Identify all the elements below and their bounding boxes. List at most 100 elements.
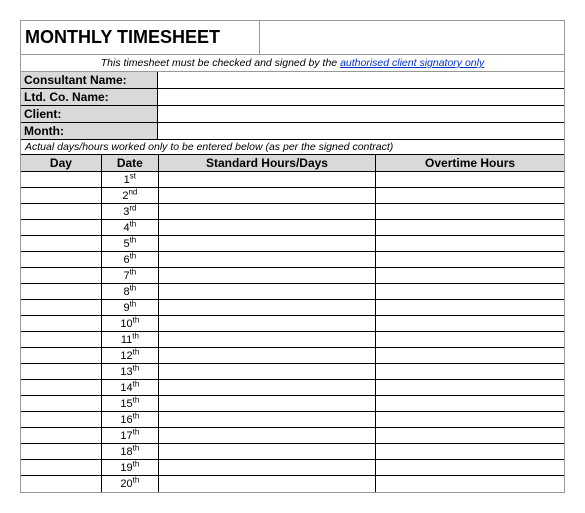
table-row: 1st [21, 172, 564, 188]
cell-day[interactable] [21, 204, 101, 220]
date-suffix: th [130, 219, 137, 228]
cell-overtime[interactable] [376, 396, 564, 412]
date-suffix: th [133, 315, 140, 324]
cell-date: 5th [101, 236, 158, 252]
field-value[interactable] [158, 72, 564, 88]
field-label: Month: [21, 123, 158, 139]
date-suffix: th [133, 427, 140, 436]
date-suffix: th [133, 379, 140, 388]
cell-date: 14th [101, 380, 158, 396]
cell-day[interactable] [21, 236, 101, 252]
cell-standard[interactable] [158, 412, 375, 428]
table-row: 11th [21, 332, 564, 348]
cell-overtime[interactable] [376, 364, 564, 380]
cell-overtime[interactable] [376, 268, 564, 284]
cell-date: 4th [101, 220, 158, 236]
table-row: 10th [21, 316, 564, 332]
field-label: Client: [21, 106, 158, 122]
cell-standard[interactable] [158, 316, 375, 332]
cell-standard[interactable] [158, 268, 375, 284]
table-row: 19th [21, 460, 564, 476]
cell-overtime[interactable] [376, 300, 564, 316]
cell-date: 15th [101, 396, 158, 412]
field-value[interactable] [158, 123, 564, 139]
cell-day[interactable] [21, 348, 101, 364]
notice-row: This timesheet must be checked and signe… [21, 55, 564, 72]
cell-overtime[interactable] [376, 188, 564, 204]
cell-day[interactable] [21, 284, 101, 300]
date-number: 15 [120, 398, 132, 410]
cell-day[interactable] [21, 412, 101, 428]
cell-standard[interactable] [158, 252, 375, 268]
cell-overtime[interactable] [376, 204, 564, 220]
cell-day[interactable] [21, 428, 101, 444]
cell-overtime[interactable] [376, 220, 564, 236]
cell-overtime[interactable] [376, 412, 564, 428]
cell-date: 6th [101, 252, 158, 268]
cell-standard[interactable] [158, 348, 375, 364]
cell-standard[interactable] [158, 204, 375, 220]
cell-day[interactable] [21, 188, 101, 204]
cell-standard[interactable] [158, 188, 375, 204]
cell-standard[interactable] [158, 380, 375, 396]
cell-overtime[interactable] [376, 316, 564, 332]
cell-day[interactable] [21, 268, 101, 284]
date-suffix: th [133, 395, 140, 404]
cell-date: 17th [101, 428, 158, 444]
cell-overtime[interactable] [376, 348, 564, 364]
table-row: 2nd [21, 188, 564, 204]
cell-standard[interactable] [158, 444, 375, 460]
table-row: 9th [21, 300, 564, 316]
date-suffix: th [130, 283, 137, 292]
title-spacer [260, 21, 564, 54]
cell-overtime[interactable] [376, 460, 564, 476]
cell-day[interactable] [21, 380, 101, 396]
table-row: 7th [21, 268, 564, 284]
cell-day[interactable] [21, 476, 101, 492]
table-row: 17th [21, 428, 564, 444]
notice-link[interactable]: authorised client signatory only [340, 57, 484, 69]
cell-standard[interactable] [158, 460, 375, 476]
cell-standard[interactable] [158, 428, 375, 444]
cell-standard[interactable] [158, 172, 375, 188]
date-number: 17 [120, 430, 132, 442]
date-number: 13 [120, 366, 132, 378]
date-suffix: th [132, 331, 139, 340]
cell-standard[interactable] [158, 364, 375, 380]
cell-overtime[interactable] [376, 252, 564, 268]
cell-overtime[interactable] [376, 444, 564, 460]
field-value[interactable] [158, 89, 564, 105]
cell-standard[interactable] [158, 332, 375, 348]
cell-standard[interactable] [158, 236, 375, 252]
cell-standard[interactable] [158, 284, 375, 300]
date-suffix: th [133, 411, 140, 420]
cell-day[interactable] [21, 220, 101, 236]
cell-standard[interactable] [158, 300, 375, 316]
cell-standard[interactable] [158, 220, 375, 236]
cell-overtime[interactable] [376, 236, 564, 252]
cell-overtime[interactable] [376, 476, 564, 492]
cell-day[interactable] [21, 364, 101, 380]
cell-overtime[interactable] [376, 172, 564, 188]
cell-day[interactable] [21, 460, 101, 476]
cell-day[interactable] [21, 252, 101, 268]
table-row: 15th [21, 396, 564, 412]
date-suffix: th [133, 347, 140, 356]
cell-date: 2nd [101, 188, 158, 204]
cell-day[interactable] [21, 396, 101, 412]
instruction-row: Actual days/hours worked only to be ente… [21, 140, 564, 155]
cell-overtime[interactable] [376, 284, 564, 300]
cell-day[interactable] [21, 444, 101, 460]
cell-overtime[interactable] [376, 428, 564, 444]
cell-day[interactable] [21, 300, 101, 316]
cell-overtime[interactable] [376, 332, 564, 348]
cell-day[interactable] [21, 172, 101, 188]
cell-day[interactable] [21, 332, 101, 348]
cell-day[interactable] [21, 316, 101, 332]
field-row: Client: [21, 106, 564, 123]
table-row: 20th [21, 476, 564, 492]
cell-standard[interactable] [158, 476, 375, 492]
cell-standard[interactable] [158, 396, 375, 412]
field-value[interactable] [158, 106, 564, 122]
cell-overtime[interactable] [376, 380, 564, 396]
